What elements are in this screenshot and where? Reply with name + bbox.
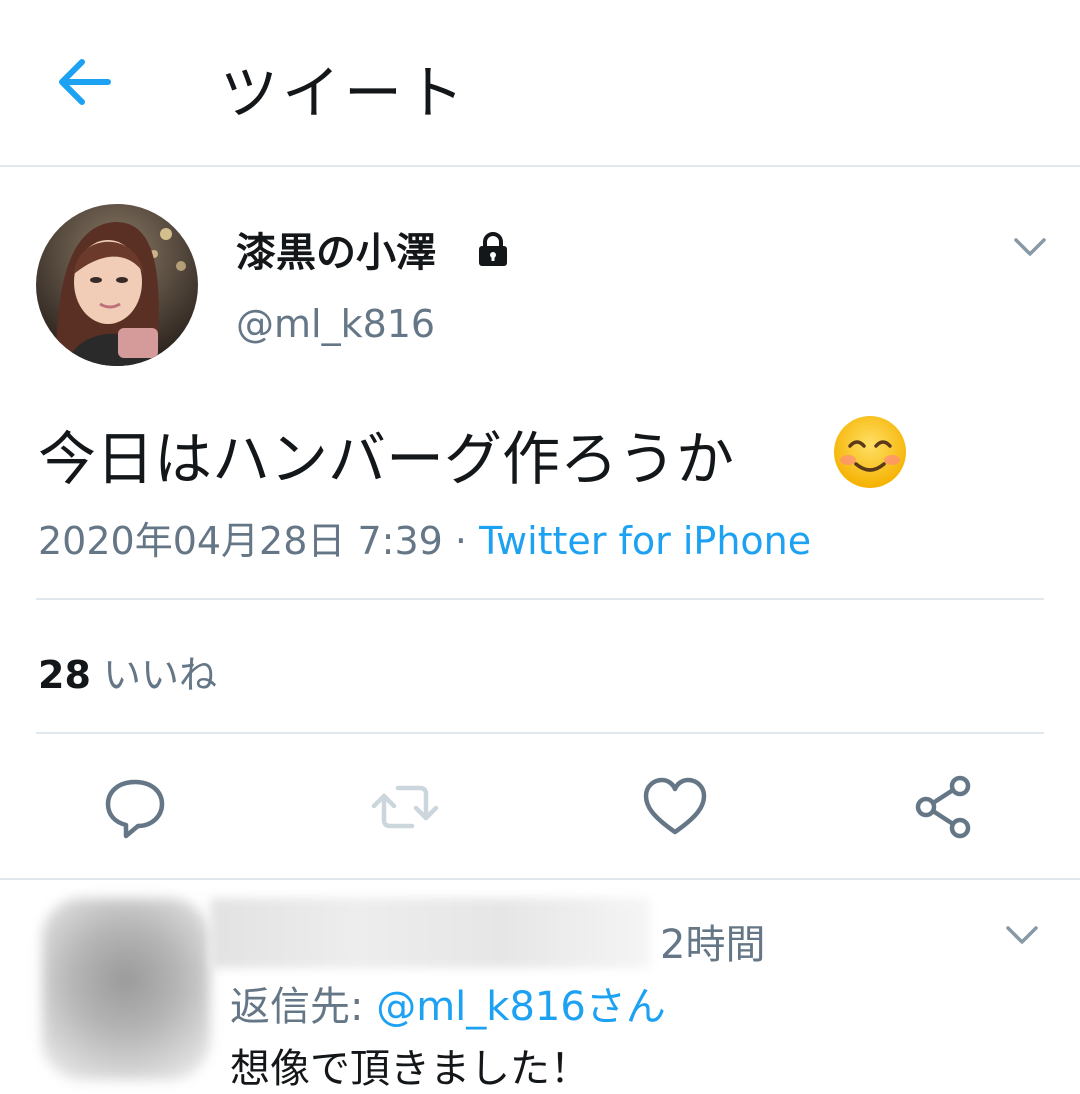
tweet-text: 今日はハンバーグ作ろうか (38, 425, 735, 493)
like-label: いいね (102, 653, 217, 697)
chevron-down-icon (1014, 238, 1046, 256)
reply-menu-button[interactable] (1002, 920, 1042, 950)
chevron-down-icon (1006, 926, 1038, 944)
reply-avatar[interactable] (42, 898, 210, 1080)
smiling-face-icon (832, 414, 908, 490)
like-count: 28 (38, 653, 91, 697)
tweet-meta: 2020年04月28日 7:39 · Twitter for iPhone (38, 510, 811, 565)
lock-icon (474, 230, 512, 268)
reply-icon (105, 779, 165, 839)
reply-button[interactable] (100, 772, 170, 842)
meta-separator: · (442, 519, 480, 563)
reply-text: 想像で頂きました！ (230, 1046, 590, 1092)
divider (36, 598, 1044, 600)
avatar-image (36, 204, 198, 366)
tweet-source-link[interactable]: Twitter for iPhone (479, 519, 811, 563)
timestamp[interactable]: 2020年04月28日 7:39 (38, 519, 443, 563)
page-title: ツイート (220, 59, 469, 127)
reply-author-blurred (210, 898, 650, 968)
reply-time: 2時間 (660, 922, 766, 968)
reply-to: 返信先: @ml_k816さん (230, 974, 666, 1032)
like-button[interactable] (640, 772, 710, 842)
share-button[interactable] (908, 772, 978, 842)
tweet-menu-button[interactable] (1010, 232, 1050, 262)
user-handle[interactable]: @ml_k816 (236, 302, 435, 346)
display-name[interactable]: 漆黒の小澤 (236, 220, 436, 278)
top-bar (0, 0, 1080, 167)
likes-summary[interactable]: 28 いいね (38, 644, 217, 699)
reply-to-handle[interactable]: @ml_k816さん (376, 984, 666, 1030)
retweet-button[interactable] (370, 772, 440, 842)
avatar[interactable] (36, 204, 198, 366)
divider (36, 732, 1044, 734)
share-icon (915, 775, 971, 839)
back-button[interactable] (52, 50, 116, 114)
arrow-left-icon (59, 59, 111, 105)
like-icon (643, 777, 707, 835)
retweet-icon (371, 785, 439, 829)
reply-to-label: 返信先: (230, 984, 377, 1030)
divider (0, 878, 1080, 880)
